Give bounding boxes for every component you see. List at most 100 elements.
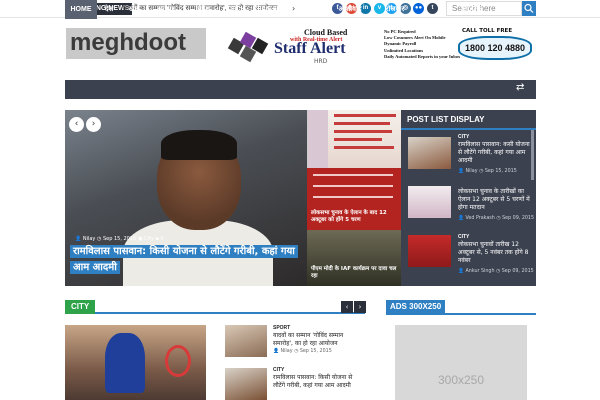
post-list-item-title[interactable]: रामविलास पासवान: कसी योजना से लौटेंगे गर…	[458, 141, 532, 165]
ads-section-label: ADS 300X250	[386, 300, 446, 314]
post-list-date: Sep 09, 2015	[502, 216, 535, 221]
newspaper-line	[334, 146, 394, 149]
post-list-divider	[401, 128, 536, 130]
hero-title[interactable]: रामविलास पासवान: किसी योजना से लौटेंगे ग…	[70, 244, 302, 276]
search-button[interactable]	[522, 1, 536, 16]
author-icon: 👤	[458, 169, 464, 174]
slider-next-button[interactable]: ›	[86, 117, 101, 132]
nav-item[interactable]: खेल	[121, 0, 147, 19]
post-list-item-title[interactable]: लोकसभा चुनाव के तारीखों का ऐलान 12 अक्टू…	[458, 188, 532, 212]
city-post-category[interactable]: CITY	[273, 367, 284, 373]
city-post-meta: 👤 Nilay ◷ Sep 15, 2015	[273, 349, 332, 354]
hero-title-text[interactable]: रामविलास पासवान: किसी योजना से लौटेंगे ग…	[70, 245, 298, 274]
folder-icon: ▣	[137, 236, 143, 242]
author-icon: 👤	[75, 236, 82, 242]
main-nav	[65, 80, 536, 99]
tennis-player-figure	[105, 333, 145, 393]
post-list-category[interactable]: CITY	[458, 234, 469, 240]
nav-item[interactable]: आशीर्वाद	[327, 0, 373, 19]
city-main-image[interactable]	[65, 325, 206, 400]
nav-item-home[interactable]: HOME	[65, 0, 97, 19]
middle-post-3[interactable]: पीएम मोदी के IAF कार्यक्रम पर दावा चल रह…	[307, 230, 401, 286]
nav-item-fashion[interactable]: FASHION	[251, 0, 295, 19]
schedule-line	[313, 196, 393, 198]
city-post-title[interactable]: यादवों का सम्मान 'गोविंद सम्मान समारोह',…	[273, 332, 363, 348]
newspaper-line	[334, 138, 382, 141]
site-logo[interactable]: meghdoot	[66, 28, 206, 59]
newspaper-line	[334, 130, 392, 133]
city-section-label[interactable]: CITY	[65, 300, 96, 314]
tennis-racket-figure	[165, 345, 191, 377]
post-list-title: POST LIST DISPLAY	[407, 115, 485, 124]
hero-author[interactable]: Nilay	[83, 236, 96, 242]
hero-comments[interactable]: 0	[161, 236, 164, 242]
nav-item-blog[interactable]: BLOG	[455, 0, 489, 19]
banner-toll-label: CALL TOLL FREE	[462, 28, 513, 34]
nav-item[interactable]: राशि	[295, 0, 327, 19]
post-list-meta: 👤 Ved Prakash ◷ Sep 09, 2015	[458, 216, 534, 221]
newspaper-line	[334, 122, 390, 125]
nav-item[interactable]: विदेश	[185, 0, 221, 19]
banner-feature-list: No PC Required Low Cosumers Alert On Mob…	[384, 29, 460, 60]
newspaper-line	[334, 114, 396, 117]
clock-icon: ◷	[496, 269, 501, 274]
city-post-thumb[interactable]	[225, 368, 267, 400]
middle-post-caption[interactable]: पीएम मोदी के IAF कार्यक्रम पर दावा चल रह…	[311, 266, 399, 280]
banner-brand: Staff Alert	[274, 40, 346, 57]
nav-item[interactable]: व्यापार	[147, 0, 185, 19]
banner-cloud-text: Cloud Based	[304, 28, 348, 37]
ad-placeholder[interactable]	[395, 325, 527, 400]
middle-post-1[interactable]	[307, 110, 401, 168]
nav-item[interactable]: देश	[97, 0, 121, 19]
author-icon: 👤	[458, 269, 464, 274]
post-list-date: Sep 15, 2015	[484, 169, 517, 174]
banner-feature: Daily Automated Reports in your Inbox	[384, 53, 461, 59]
ads-divider	[386, 313, 536, 315]
post-list-thumb[interactable]	[408, 137, 451, 169]
middle-post-caption[interactable]: लोकसभा चुनाव के ऐलान के बाद 12 अक्टूबर क…	[311, 210, 399, 224]
post-list-thumb[interactable]	[408, 235, 451, 267]
clock-icon: ◷	[496, 216, 501, 221]
schedule-line	[313, 185, 393, 187]
post-list-thumb[interactable]	[408, 186, 451, 218]
nav-item[interactable]: रोजगार	[373, 0, 417, 19]
post-list-meta: 👤 Nilay ◷ Sep 15, 2015	[458, 169, 517, 174]
city-post-category[interactable]: SPORT	[273, 325, 290, 331]
hero-category[interactable]: City	[144, 236, 154, 242]
city-post-title[interactable]: रामविलास पासवान: किसी योजना से लौटेंगे ग…	[273, 374, 363, 390]
hero-person-hair	[161, 130, 237, 160]
city-post-date: Sep 15, 2015	[299, 349, 332, 354]
ad-banner[interactable]: Cloud Based with Real-time Alert Staff A…	[226, 28, 536, 68]
banner-phone: 1800 120 4880	[458, 36, 532, 60]
tumblr-icon[interactable]: t	[427, 3, 438, 14]
nav-item-tech[interactable]: TECH	[221, 0, 251, 19]
city-post-thumb[interactable]	[225, 325, 267, 357]
author-icon: 👤	[458, 216, 464, 221]
post-list-date: Sep 09, 2015	[501, 269, 534, 274]
schedule-line	[313, 174, 393, 176]
post-list-item-title[interactable]: लोकसभा चुनावों तारीख 12 अक्टूबर से, 5 नव…	[458, 241, 532, 265]
clock-icon: ◷	[96, 236, 102, 242]
post-list-category[interactable]: CITY	[458, 134, 469, 140]
city-post-author[interactable]: Nilay	[281, 349, 293, 354]
post-list-author[interactable]: Nilay	[466, 169, 478, 174]
post-list-author[interactable]: Ankur Singh	[466, 269, 495, 274]
banner-hrd: HRD	[314, 58, 328, 65]
post-list-author[interactable]: Ved Prakash	[466, 216, 495, 221]
search-icon	[524, 3, 534, 13]
author-icon: 👤	[273, 349, 279, 354]
clock-icon: ◷	[479, 169, 484, 174]
post-list-meta: 👤 Ankur Singh ◷ Sep 09, 2015	[458, 269, 534, 274]
city-next-button[interactable]: ›	[354, 301, 366, 313]
slider-prev-button[interactable]: ‹	[69, 117, 84, 132]
hero-date: Sep 15, 2015	[102, 236, 137, 242]
city-prev-button[interactable]: ‹	[341, 301, 353, 313]
newspaper-graphic	[308, 110, 328, 168]
city-section-divider	[65, 300, 365, 314]
clock-icon: ◷	[294, 349, 299, 354]
comment-icon: ▪	[155, 236, 159, 242]
middle-post-2[interactable]: लोकसभा चुनाव के ऐलान के बाद 12 अक्टूबर क…	[307, 168, 401, 230]
ad-placeholder-text: 300x250	[437, 373, 485, 387]
shuffle-icon[interactable]: ⇄	[516, 82, 524, 93]
hero-meta: 👤 Nilay ◷ Sep 15, 2015 ▣ City ▪ 0	[75, 236, 164, 242]
